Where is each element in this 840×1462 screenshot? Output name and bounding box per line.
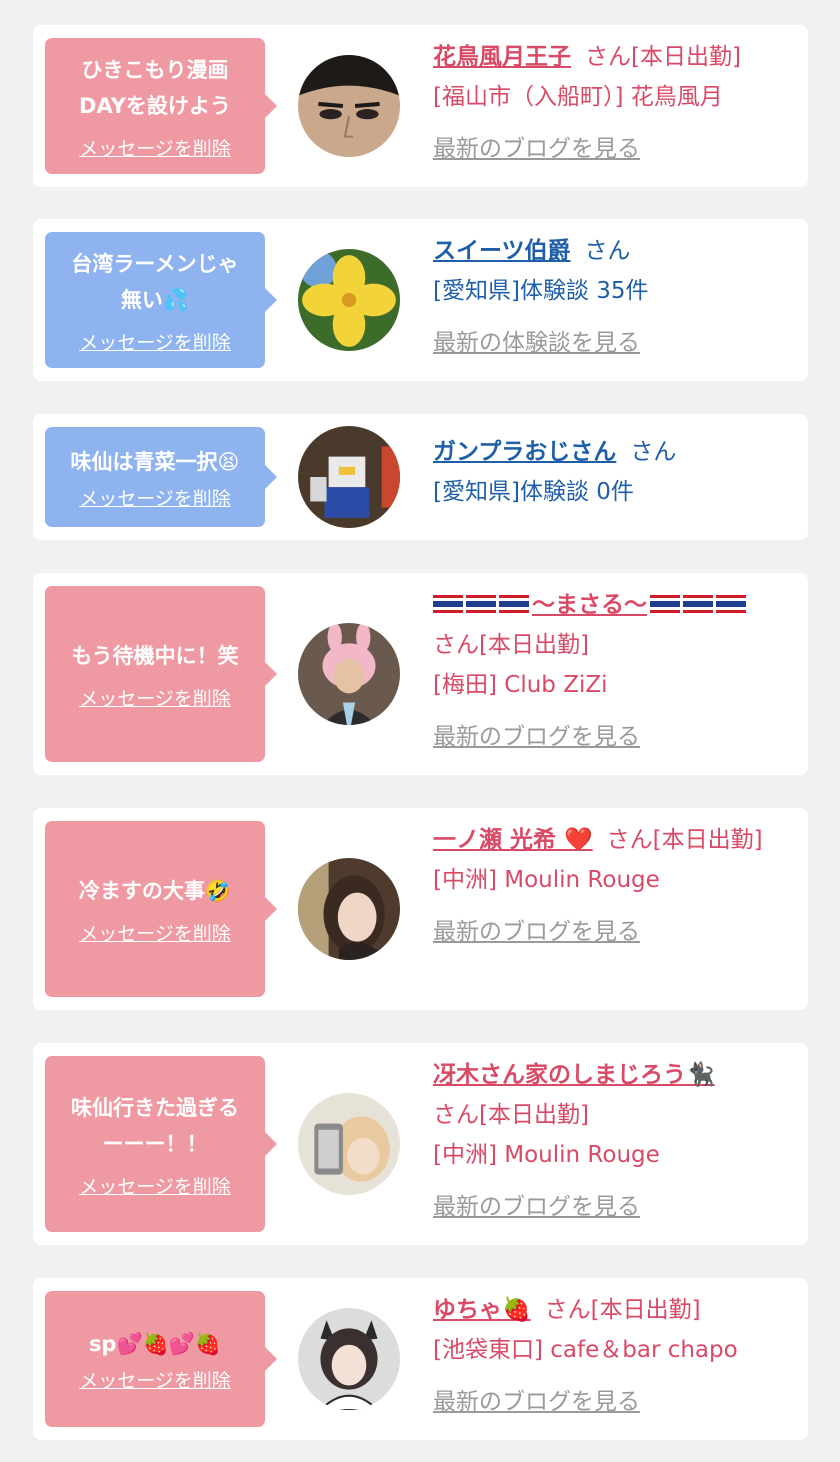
location-text: [池袋東口] cafe＆bar chapo bbox=[433, 1337, 738, 1363]
avatar-image bbox=[298, 249, 400, 351]
message-card: 台湾ラーメンじゃ 無い💦 メッセージを削除 スイーツ伯爵 さん [愛知県]体験談 … bbox=[33, 219, 808, 381]
avatar-image bbox=[298, 1093, 400, 1195]
message-card: ひきこもり漫画 DAYを設けよう メッセージを削除 花鳥風月王子 さん[本日出勤]… bbox=[33, 25, 808, 187]
user-name-link[interactable]: ガンプラおじさん bbox=[433, 439, 616, 465]
view-blog-link[interactable]: 最新のブログを見る bbox=[433, 717, 793, 757]
status-suffix: さん[本日出勤] bbox=[544, 1297, 701, 1323]
delete-message-button[interactable]: メッセージを削除 bbox=[79, 1366, 231, 1393]
location-text: [愛知県]体験談 0件 bbox=[433, 479, 634, 505]
message-card: 冷ますの大事🤣 メッセージを削除 一ノ瀬 光希 ❤️ さん[本日出勤] [中洲] … bbox=[33, 808, 808, 1010]
view-blog-link[interactable]: 最新のブログを見る bbox=[433, 1187, 793, 1227]
delete-message-button[interactable]: メッセージを削除 bbox=[79, 484, 231, 511]
message-list: ひきこもり漫画 DAYを設けよう メッセージを削除 花鳥風月王子 さん[本日出勤]… bbox=[0, 0, 840, 1462]
avatar[interactable] bbox=[298, 55, 400, 157]
message-text: 味仙は青菜一択😫 bbox=[70, 449, 240, 474]
message-bubble: sp💕🍓💕🍓 メッセージを削除 bbox=[45, 1291, 277, 1427]
user-info: 〜まさる〜 さん[本日出勤] [梅田] Club ZiZi 最新のブログを見る bbox=[433, 585, 793, 757]
user-info: 冴木さん家のしまじろう🐈‍⬛ さん[本日出勤] [中洲] Moulin Roug… bbox=[433, 1055, 793, 1227]
user-name-link: 〜まさる〜 bbox=[433, 592, 749, 618]
delete-message-button[interactable]: メッセージを削除 bbox=[79, 134, 231, 161]
delete-message-button[interactable]: メッセージを削除 bbox=[79, 1172, 231, 1199]
location-text: [中洲] Moulin Rouge bbox=[433, 867, 660, 893]
message-text: 味仙行きた過ぎる ーーー！！ bbox=[71, 1095, 239, 1156]
message-card: 味仙は青菜一択😫 メッセージを削除 ガンプラおじさん さん [愛知県]体験談 0件 bbox=[33, 414, 808, 540]
location-text: [福山市（入船町）] 花鳥風月 bbox=[433, 84, 723, 110]
message-card: もう待機中に！笑 メッセージを削除 〜まさる〜 さん[本日出勤] [梅田] Cl… bbox=[33, 573, 808, 775]
message-card: 味仙行きた過ぎる ーーー！！ メッセージを削除 冴木さん家のしまじろう🐈‍⬛ さ… bbox=[33, 1043, 808, 1245]
message-bubble: 味仙行きた過ぎる ーーー！！ メッセージを削除 bbox=[45, 1056, 277, 1232]
message-bubble: 味仙は青菜一択😫 メッセージを削除 bbox=[45, 427, 277, 527]
message-bubble: ひきこもり漫画 DAYを設けよう メッセージを削除 bbox=[45, 38, 277, 174]
thai-flag-icon bbox=[499, 595, 529, 613]
avatar[interactable] bbox=[298, 249, 400, 351]
thai-flag-icon bbox=[716, 595, 746, 613]
avatar[interactable] bbox=[298, 858, 400, 960]
message-bubble: 冷ますの大事🤣 メッセージを削除 bbox=[45, 821, 277, 997]
avatar-image bbox=[298, 858, 400, 960]
message-bubble: 台湾ラーメンじゃ 無い💦 メッセージを削除 bbox=[45, 232, 277, 368]
view-blog-link[interactable]: 最新のブログを見る bbox=[433, 1382, 793, 1422]
avatar[interactable] bbox=[298, 1308, 400, 1410]
user-info: スイーツ伯爵 さん [愛知県]体験談 35件 最新の体験談を見る bbox=[433, 231, 793, 363]
user-name-link[interactable]: 冴木さん家のしまじろう🐈‍⬛ bbox=[433, 1062, 715, 1088]
message-bubble: もう待機中に！笑 メッセージを削除 bbox=[45, 586, 277, 762]
user-name-link[interactable]: ゆちゃ🍓 bbox=[433, 1297, 531, 1323]
location-text: [愛知県]体験談 35件 bbox=[433, 278, 649, 304]
message-card: sp💕🍓💕🍓 メッセージを削除 ゆちゃ🍓 さん[本日出勤] [池袋東口] cafe… bbox=[33, 1278, 808, 1440]
view-reviews-link[interactable]: 最新の体験談を見る bbox=[433, 323, 793, 363]
avatar[interactable] bbox=[298, 623, 400, 725]
thai-flag-icon bbox=[650, 595, 680, 613]
user-info: ガンプラおじさん さん [愛知県]体験談 0件 bbox=[433, 432, 793, 512]
avatar-image bbox=[298, 55, 400, 157]
view-blog-link[interactable]: 最新のブログを見る bbox=[433, 129, 793, 169]
user-name-link[interactable]: 一ノ瀬 光希 ❤️ bbox=[433, 827, 593, 853]
location-text: [梅田] Club ZiZi bbox=[433, 672, 608, 698]
message-text: 冷ますの大事🤣 bbox=[78, 878, 232, 903]
message-text: もう待機中に！笑 bbox=[71, 643, 239, 668]
message-text: sp💕🍓💕🍓 bbox=[88, 1331, 222, 1356]
avatar-image bbox=[298, 426, 400, 528]
delete-message-button[interactable]: メッセージを削除 bbox=[79, 919, 231, 946]
user-name-link[interactable]: 花鳥風月王子 bbox=[433, 44, 571, 70]
delete-message-button[interactable]: メッセージを削除 bbox=[79, 684, 231, 711]
status-suffix: さん[本日出勤] bbox=[606, 827, 763, 853]
status-suffix: さん[本日出勤] bbox=[585, 44, 741, 70]
message-text: 台湾ラーメンじゃ 無い💦 bbox=[71, 251, 239, 312]
location-text: [中洲] Moulin Rouge bbox=[433, 1142, 660, 1168]
status-suffix: さん[本日出勤] bbox=[433, 632, 589, 658]
user-info: ゆちゃ🍓 さん[本日出勤] [池袋東口] cafe＆bar chapo 最新のブロ… bbox=[433, 1290, 793, 1422]
user-info: 一ノ瀬 光希 ❤️ さん[本日出勤] [中洲] Moulin Rouge 最新のブ… bbox=[433, 820, 793, 952]
user-name-link[interactable]: スイーツ伯爵 bbox=[433, 238, 571, 264]
avatar-image bbox=[298, 623, 400, 725]
avatar[interactable] bbox=[298, 1093, 400, 1195]
user-info: 花鳥風月王子 さん[本日出勤] [福山市（入船町）] 花鳥風月 最新のブログを見る bbox=[433, 37, 793, 169]
avatar-image bbox=[298, 1308, 400, 1410]
thai-flag-icon bbox=[433, 595, 463, 613]
thai-flag-icon bbox=[683, 595, 713, 613]
thai-flag-icon bbox=[466, 595, 496, 613]
delete-message-button[interactable]: メッセージを削除 bbox=[79, 328, 231, 355]
avatar[interactable] bbox=[298, 426, 400, 528]
view-blog-link[interactable]: 最新のブログを見る bbox=[433, 912, 793, 952]
message-text: ひきこもり漫画 DAYを設けよう bbox=[79, 57, 231, 118]
status-suffix: さん[本日出勤] bbox=[433, 1102, 589, 1128]
status-suffix: さん bbox=[584, 238, 631, 264]
status-suffix: さん bbox=[630, 439, 677, 465]
